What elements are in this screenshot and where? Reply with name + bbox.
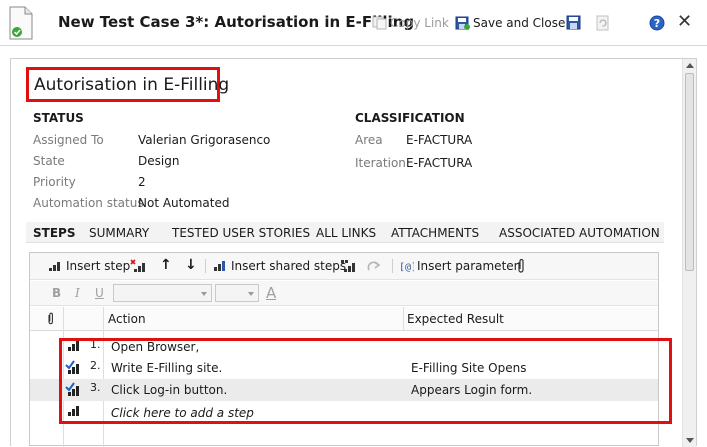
priority-field[interactable]: 2 <box>138 175 146 189</box>
svg-text:?: ? <box>654 17 660 30</box>
step-icon <box>68 341 79 351</box>
add-step-row[interactable]: Click here to add a step <box>30 402 658 424</box>
iteration-label: Iteration <box>355 156 406 170</box>
priority-label: Priority <box>33 175 76 189</box>
step-number: 3. <box>90 381 101 394</box>
insert-shared-steps-icon <box>214 261 225 271</box>
assigned-to-label: Assigned To <box>33 133 104 147</box>
steps-toolbar: Insert step ↑ ↓ Insert shared steps [@] <box>30 253 658 280</box>
automation-status-field: Not Automated <box>138 196 230 210</box>
insert-shared-steps-button[interactable]: Insert shared steps <box>213 259 346 273</box>
italic-button[interactable]: I <box>75 286 80 300</box>
redo-icon[interactable] <box>367 260 381 272</box>
tab-summary[interactable]: SUMMARY <box>89 226 149 240</box>
area-label: Area <box>355 133 383 147</box>
tab-attachments[interactable]: ATTACHMENTS <box>391 226 479 240</box>
state-label: State <box>33 154 65 168</box>
step-expected-result[interactable]: Appears Login form. <box>411 383 532 397</box>
save-and-close-label: Save and Close <box>473 16 566 30</box>
delete-step-icon[interactable] <box>130 259 146 273</box>
formatting-toolbar: B I U A <box>30 281 658 306</box>
insert-step-label: Insert step <box>66 259 131 273</box>
svg-text:[@]: [@] <box>399 262 414 272</box>
save-close-icon <box>455 16 470 30</box>
tab-associated-automation[interactable]: ASSOCIATED AUTOMATION <box>499 226 660 240</box>
scroll-thumb[interactable] <box>685 73 694 271</box>
test-case-title-field[interactable]: Autorisation in E-Filling <box>26 67 229 102</box>
font-family-select[interactable] <box>113 284 212 302</box>
vertical-scrollbar[interactable] <box>682 59 696 447</box>
move-up-icon[interactable]: ↑ <box>160 257 172 273</box>
table-row[interactable]: 2. Write E-Filling site. E-Filling Site … <box>30 357 658 379</box>
state-field[interactable]: Design <box>138 154 179 168</box>
insert-parameter-button[interactable]: [@] Insert parameter <box>399 259 519 273</box>
grid-column-divider <box>403 307 404 331</box>
close-icon[interactable]: ✕ <box>677 13 692 31</box>
attachment-icon[interactable] <box>516 258 526 274</box>
save-icon[interactable] <box>566 15 581 30</box>
attachment-column-icon <box>48 312 53 325</box>
copy-link-icon <box>372 16 387 30</box>
tab-all-links[interactable]: ALL LINKS <box>316 226 376 240</box>
step-action[interactable]: Write E-Filling site. <box>111 361 222 375</box>
tab-tested-user-stories[interactable]: TESTED USER STORIES <box>172 226 310 240</box>
step-icon <box>68 406 79 416</box>
title-bar: New Test Case 3*: Autorisation in E-Fill… <box>0 0 707 46</box>
step-action[interactable]: Click Log-in button. <box>111 383 227 397</box>
validated-step-icon <box>65 382 79 396</box>
chevron-down-icon <box>248 292 254 296</box>
window-title: New Test Case 3*: Autorisation in E-Fill… <box>58 13 415 31</box>
bold-button[interactable]: B <box>52 286 61 300</box>
test-case-document-icon <box>9 6 33 40</box>
table-row[interactable]: 1. Open Browser, <box>30 336 658 358</box>
step-action[interactable]: Open Browser, <box>111 340 199 354</box>
action-column-header[interactable]: Action <box>108 312 146 326</box>
toolbar-separator <box>205 259 206 273</box>
tab-strip: STEPS SUMMARY TESTED USER STORIES ALL LI… <box>26 222 664 243</box>
insert-parameter-label: Insert parameter <box>417 259 519 273</box>
step-expected-result[interactable]: E-Filling Site Opens <box>411 361 526 375</box>
create-shared-steps-icon[interactable] <box>340 259 356 273</box>
add-step-prompt[interactable]: Click here to add a step <box>111 406 254 420</box>
step-number: 1. <box>90 338 101 351</box>
copy-link-label: Copy Link <box>390 16 449 30</box>
validated-step-icon <box>65 360 79 374</box>
insert-parameter-icon: [@] <box>399 262 414 272</box>
expected-result-column-header[interactable]: Expected Result <box>407 312 504 326</box>
insert-step-icon <box>49 262 60 271</box>
help-icon[interactable]: ? <box>649 15 665 31</box>
area-field[interactable]: E-FACTURA <box>406 133 472 147</box>
classification-heading: CLASSIFICATION <box>355 111 465 125</box>
move-down-icon[interactable]: ↓ <box>185 257 197 273</box>
insert-step-button[interactable]: Insert step <box>48 259 130 273</box>
automation-status-label: Automation status <box>33 196 144 210</box>
tab-steps[interactable]: STEPS <box>33 226 75 240</box>
steps-grid-header: Action Expected Result <box>30 307 658 331</box>
copy-link-button[interactable]: Copy Link <box>372 14 449 32</box>
refresh-icon[interactable] <box>595 15 610 31</box>
step-number: 2. <box>90 359 101 372</box>
insert-shared-steps-label: Insert shared steps <box>231 259 347 273</box>
scroll-up-arrow-icon[interactable] <box>686 63 694 68</box>
assigned-to-field[interactable]: Valerian Grigorasenco <box>138 133 270 147</box>
font-color-icon[interactable]: A <box>266 284 276 302</box>
scroll-down-arrow-icon[interactable] <box>686 438 694 443</box>
iteration-field[interactable]: E-FACTURA <box>406 156 472 170</box>
status-heading: STATUS <box>33 111 84 125</box>
underline-button[interactable]: U <box>95 286 104 300</box>
font-size-select[interactable] <box>215 284 259 302</box>
toolbar-separator <box>392 259 393 273</box>
chevron-down-icon <box>201 292 207 296</box>
table-row[interactable]: 3. Click Log-in button. Appears Login fo… <box>30 379 658 401</box>
save-and-close-button[interactable]: Save and Close <box>455 14 565 32</box>
